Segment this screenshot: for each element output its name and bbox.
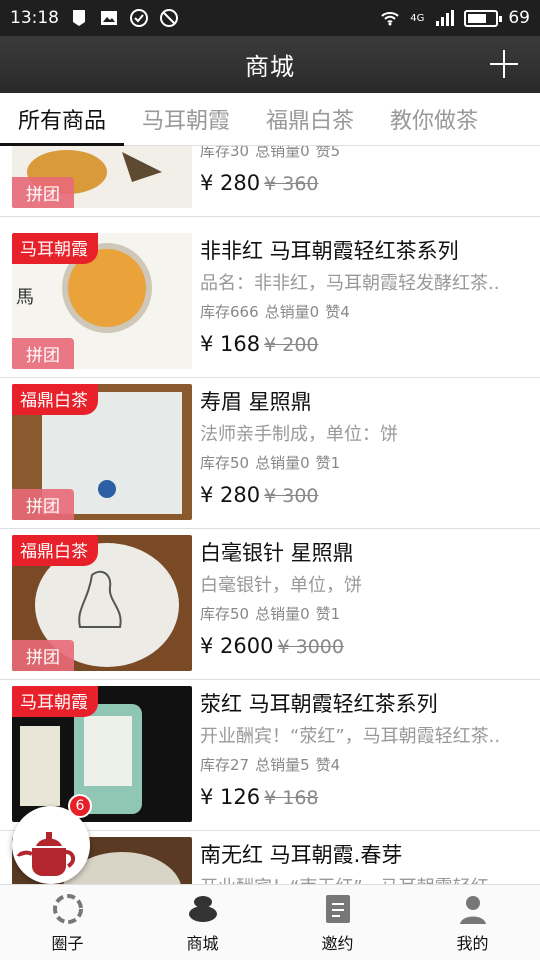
battery-level: 69 [508, 8, 530, 28]
product-sales: 总销量5 [255, 756, 310, 774]
tab-all-products[interactable]: 所有商品 [0, 93, 125, 146]
product-likes: 赞4 [325, 303, 350, 321]
app-header: 商城 [0, 36, 540, 93]
product-desc: 开业酬宾！“南无红”，马耳朝霞轻红 [200, 873, 530, 884]
product-sales: 总销量0 [255, 605, 310, 623]
svg-text:馬: 馬 [16, 287, 34, 308]
group-buy-label: 拼团 [12, 177, 74, 208]
category-tag: 马耳朝霞 [12, 233, 98, 264]
product-list[interactable]: 拼团 库存30 总销量0 赞5 ¥ 280 ¥ 360 馬 马耳朝霞 拼团 非非… [0, 146, 540, 884]
product-stock: 库存666 [200, 303, 259, 321]
bottom-navigation: 圈子 商城 邀约 我的 [0, 884, 540, 960]
user-icon [459, 895, 486, 924]
product-name: 白毫银针 星照鼎 [200, 541, 354, 565]
group-buy-label: 拼团 [12, 338, 74, 369]
product-likes: 赞5 [315, 146, 341, 160]
product-image: 拼团 [12, 146, 192, 208]
product-price: ¥ 126 [200, 785, 261, 809]
product-name: 南无红 马耳朝霞.春芽 [200, 843, 403, 867]
status-bar: 13:18 4G 69 [0, 0, 540, 36]
product-price: ¥ 280 [200, 171, 261, 195]
notification-bell-icon [73, 10, 85, 26]
nav-label: 我的 [456, 933, 489, 953]
nav-mine[interactable]: 我的 [405, 885, 540, 960]
product-name: 荥红 马耳朝霞轻红茶系列 [200, 692, 438, 716]
tab-fuding-white-tea[interactable]: 福鼎白茶 [248, 93, 372, 146]
product-price: ¥ 168 [200, 332, 261, 356]
block-icon [160, 9, 178, 27]
nav-label: 商城 [186, 933, 219, 953]
product-desc: 白毫银针，单位，饼 [200, 575, 362, 595]
shop-teacup-icon [188, 895, 217, 922]
tab-maer-zhaoxia[interactable]: 马耳朝霞 [124, 93, 248, 146]
product-likes: 赞4 [315, 756, 341, 774]
invite-icon [325, 894, 350, 923]
tab-tea-making[interactable]: 教你做茶 [372, 93, 496, 146]
product-name: 寿眉 星照鼎 [200, 390, 312, 414]
product-old-price: ¥ 300 [264, 485, 319, 507]
product-stock: 库存50 [200, 454, 250, 472]
product-price: ¥ 280 [200, 483, 261, 507]
product-old-price: ¥ 360 [264, 173, 319, 195]
product-price: ¥ 2600 [200, 634, 274, 658]
check-circle-icon [130, 9, 148, 27]
status-time: 13:18 [10, 8, 59, 28]
category-tag: 福鼎白茶 [12, 384, 98, 415]
battery-icon [464, 9, 503, 27]
product-likes: 赞1 [315, 454, 341, 472]
page-title: 商城 [245, 53, 295, 81]
category-tabs: 所有商品 马耳朝霞 福鼎白茶 教你做茶 [0, 93, 540, 146]
product-desc: 品名：非非红，马耳朝霞轻发酵红茶.. [200, 273, 500, 293]
product-sales: 总销量0 [264, 303, 320, 321]
product-item[interactable]: 福鼎白茶 拼团 寿眉 星照鼎 法师亲手制成，单位：饼 库存50 总销量0 赞1 … [0, 378, 540, 529]
product-likes: 赞1 [315, 605, 341, 623]
product-image: 福鼎白茶 拼团 [12, 384, 192, 520]
circle-icon [52, 893, 83, 924]
product-item[interactable]: 福鼎白茶 拼团 白毫银针 星照鼎 白毫银针，单位，饼 库存50 总销量0 赞1 … [0, 529, 540, 680]
group-buy-label: 拼团 [12, 489, 74, 520]
floating-teapot-cart-button[interactable]: 6 [12, 794, 92, 884]
product-stock: 库存27 [200, 756, 250, 774]
image-icon [101, 11, 117, 25]
product-item[interactable]: 馬 马耳朝霞 拼团 非非红 马耳朝霞轻红茶系列 品名：非非红，马耳朝霞轻发酵红茶… [0, 227, 540, 378]
product-desc: 法师亲手制成，单位：饼 [200, 424, 398, 444]
cart-badge: 6 [68, 794, 92, 818]
product-image: 马耳朝霞 [12, 686, 192, 822]
nav-invite[interactable]: 邀约 [270, 885, 405, 960]
wifi-icon [381, 12, 399, 26]
add-icon[interactable] [488, 48, 520, 80]
nav-label: 邀约 [321, 933, 354, 953]
product-sales: 总销量0 [255, 454, 310, 472]
product-desc: 开业酬宾！“荥红”，马耳朝霞轻红茶.. [200, 726, 501, 746]
product-old-price: ¥ 3000 [277, 636, 344, 658]
product-sales: 总销量0 [255, 146, 310, 160]
product-item[interactable]: 拼团 库存30 总销量0 赞5 ¥ 280 ¥ 360 [0, 146, 540, 217]
product-old-price: ¥ 200 [264, 334, 319, 356]
signal-icon [436, 10, 455, 26]
product-name: 非非红 马耳朝霞轻红茶系列 [200, 239, 459, 263]
nav-circle[interactable]: 圈子 [0, 885, 135, 960]
product-stock: 库存30 [200, 146, 250, 160]
category-tag: 马耳朝霞 [12, 686, 98, 717]
nav-label: 圈子 [51, 933, 84, 953]
network-type: 4G [410, 12, 425, 24]
nav-shop[interactable]: 商城 [135, 885, 270, 960]
group-buy-label: 拼团 [12, 640, 74, 671]
product-image: 福鼎白茶 拼团 [12, 535, 192, 671]
category-tag: 福鼎白茶 [12, 535, 98, 566]
product-old-price: ¥ 168 [264, 787, 319, 809]
product-image: 馬 马耳朝霞 拼团 [12, 233, 192, 369]
product-stock: 库存50 [200, 605, 250, 623]
